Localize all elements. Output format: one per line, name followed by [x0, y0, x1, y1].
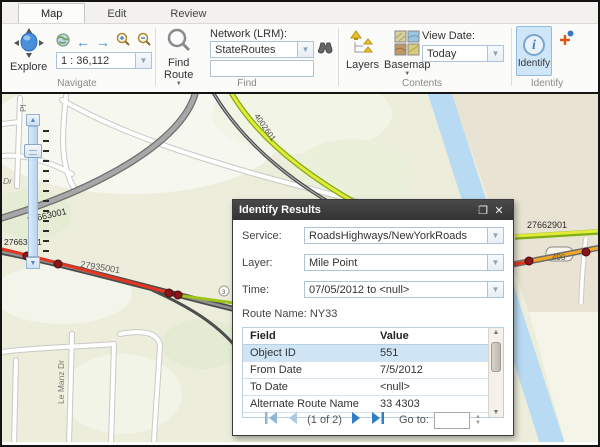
layers-button[interactable]: Layers: [346, 30, 379, 71]
group-separator: [338, 28, 339, 86]
layer-label: Layer:: [242, 257, 304, 269]
basemap-tiles-icon: [394, 30, 420, 59]
chevron-down-icon: ▼: [404, 71, 410, 77]
marker-3: 3: [219, 286, 229, 296]
header-value: Value: [373, 328, 488, 344]
route-input[interactable]: [210, 60, 314, 77]
info-circle-icon: i: [523, 34, 545, 56]
route-name-text: Route Name: NY33: [242, 308, 504, 320]
page-indicator: (1 of 2): [307, 414, 342, 426]
find-route-button[interactable]: Find Route ▼: [164, 28, 193, 87]
table-row[interactable]: Object ID 551: [243, 345, 488, 362]
scrollbar-thumb[interactable]: [491, 342, 501, 372]
view-date-combobox[interactable]: Today ▼: [422, 45, 504, 62]
map-viewport[interactable]: 490 3 27663001 27663101 27935001 2766290…: [2, 92, 598, 442]
globe-icon[interactable]: [56, 33, 70, 52]
goto-page-input[interactable]: [434, 412, 470, 429]
tab-map[interactable]: Map: [18, 3, 85, 23]
zoom-slider-down-button[interactable]: ▼: [26, 257, 40, 269]
close-icon[interactable]: ✕: [491, 204, 507, 217]
table-row[interactable]: To Date <null>: [243, 379, 488, 396]
chevron-down-icon[interactable]: ▼: [487, 282, 503, 297]
first-page-button[interactable]: [265, 411, 278, 429]
scroll-up-icon[interactable]: ▲: [489, 329, 503, 336]
network-lrm-label: Network (LRM):: [210, 28, 287, 40]
zoom-in-icon[interactable]: [116, 32, 131, 52]
zoom-slider-thumb[interactable]: [24, 144, 42, 158]
maximize-icon[interactable]: ❐: [475, 204, 491, 217]
network-combobox[interactable]: StateRoutes ▼: [210, 41, 314, 58]
service-label: Service:: [242, 230, 304, 242]
previous-page-button[interactable]: [287, 411, 298, 429]
goto-spinner[interactable]: ▲▼: [475, 414, 481, 426]
service-row: Service: RoadsHighways/NewYorkRoads ▼: [242, 227, 504, 244]
layer-combobox[interactable]: Mile Point ▼: [304, 254, 504, 271]
table-scrollbar[interactable]: ▲ ▼: [488, 328, 503, 417]
map-zoom-slider[interactable]: ▲ ▼: [26, 114, 40, 269]
group-separator: [155, 28, 156, 86]
back-arrow-icon[interactable]: ←: [76, 36, 90, 48]
view-date-label: View Date:: [422, 30, 475, 42]
ribbon-tabstrip: Map Edit Review: [2, 2, 598, 24]
shield-label: 490: [552, 253, 566, 262]
header-field: Field: [243, 328, 373, 344]
chevron-down-icon: ▼: [176, 81, 182, 87]
time-label: Time:: [242, 284, 304, 296]
identify-button[interactable]: i Identify: [516, 26, 552, 76]
goto-label: Go to:: [399, 414, 429, 426]
layers-tree-icon: [349, 30, 377, 59]
identify-route-icon[interactable]: [558, 30, 574, 51]
tab-edit[interactable]: Edit: [85, 4, 148, 23]
street-label-dr: Dr: [3, 176, 13, 186]
next-page-button[interactable]: [351, 411, 362, 429]
layer-row: Layer: Mile Point ▼: [242, 254, 504, 271]
attributes-table: Field Value Object ID 551 From Date 7/5/…: [242, 327, 504, 418]
chevron-down-icon[interactable]: ▼: [297, 42, 313, 57]
dialog-title: Identify Results: [239, 204, 321, 216]
explore-button[interactable]: Explore: [10, 28, 47, 73]
chevron-down-icon[interactable]: ▼: [487, 228, 503, 243]
explore-compass-icon: [14, 28, 44, 61]
street-label-pl: Pl: [18, 104, 28, 112]
group-label-find: Find: [192, 78, 302, 89]
spinner-down-icon: ▼: [475, 420, 481, 426]
street-label-lemanz: Le Manz Dr: [56, 360, 66, 404]
app-window: Map Edit Review Explore ←: [0, 0, 600, 447]
last-page-button[interactable]: [371, 411, 384, 429]
time-row: Time: 07/05/2012 to <null> ▼: [242, 281, 504, 298]
ribbon: Explore ← → 1 : 36,112 ▼ Navigate: [2, 24, 598, 92]
tab-review[interactable]: Review: [148, 4, 228, 23]
chevron-down-icon[interactable]: ▼: [487, 46, 503, 61]
group-label-contents: Contents: [367, 78, 477, 89]
table-header-row: Field Value: [243, 328, 488, 345]
dialog-titlebar[interactable]: Identify Results ❐ ✕: [233, 200, 513, 220]
scale-combobox[interactable]: 1 : 36,112 ▼: [56, 52, 152, 69]
pagination-bar: (1 of 2) Go to: ▲▼: [233, 411, 513, 429]
forward-arrow-icon[interactable]: →: [96, 36, 110, 48]
time-combobox[interactable]: 07/05/2012 to <null> ▼: [304, 281, 504, 298]
zoom-out-icon[interactable]: [137, 32, 152, 52]
binoculars-icon[interactable]: [318, 41, 334, 60]
navigate-toolbar: ← →: [56, 32, 152, 52]
chevron-down-icon[interactable]: ▼: [487, 255, 503, 270]
service-combobox[interactable]: RoadsHighways/NewYorkRoads ▼: [304, 227, 504, 244]
chevron-down-icon[interactable]: ▼: [135, 53, 151, 68]
route-label-27662901: 27662901: [527, 220, 567, 230]
group-label-navigate: Navigate: [22, 78, 132, 89]
zoom-slider-up-button[interactable]: ▲: [26, 114, 40, 126]
table-row[interactable]: From Date 7/5/2012: [243, 362, 488, 379]
group-label-identify: Identify: [502, 78, 592, 89]
identify-results-dialog: Identify Results ❐ ✕ Service: RoadsHighw…: [232, 199, 514, 436]
magnifier-icon: [166, 28, 192, 57]
